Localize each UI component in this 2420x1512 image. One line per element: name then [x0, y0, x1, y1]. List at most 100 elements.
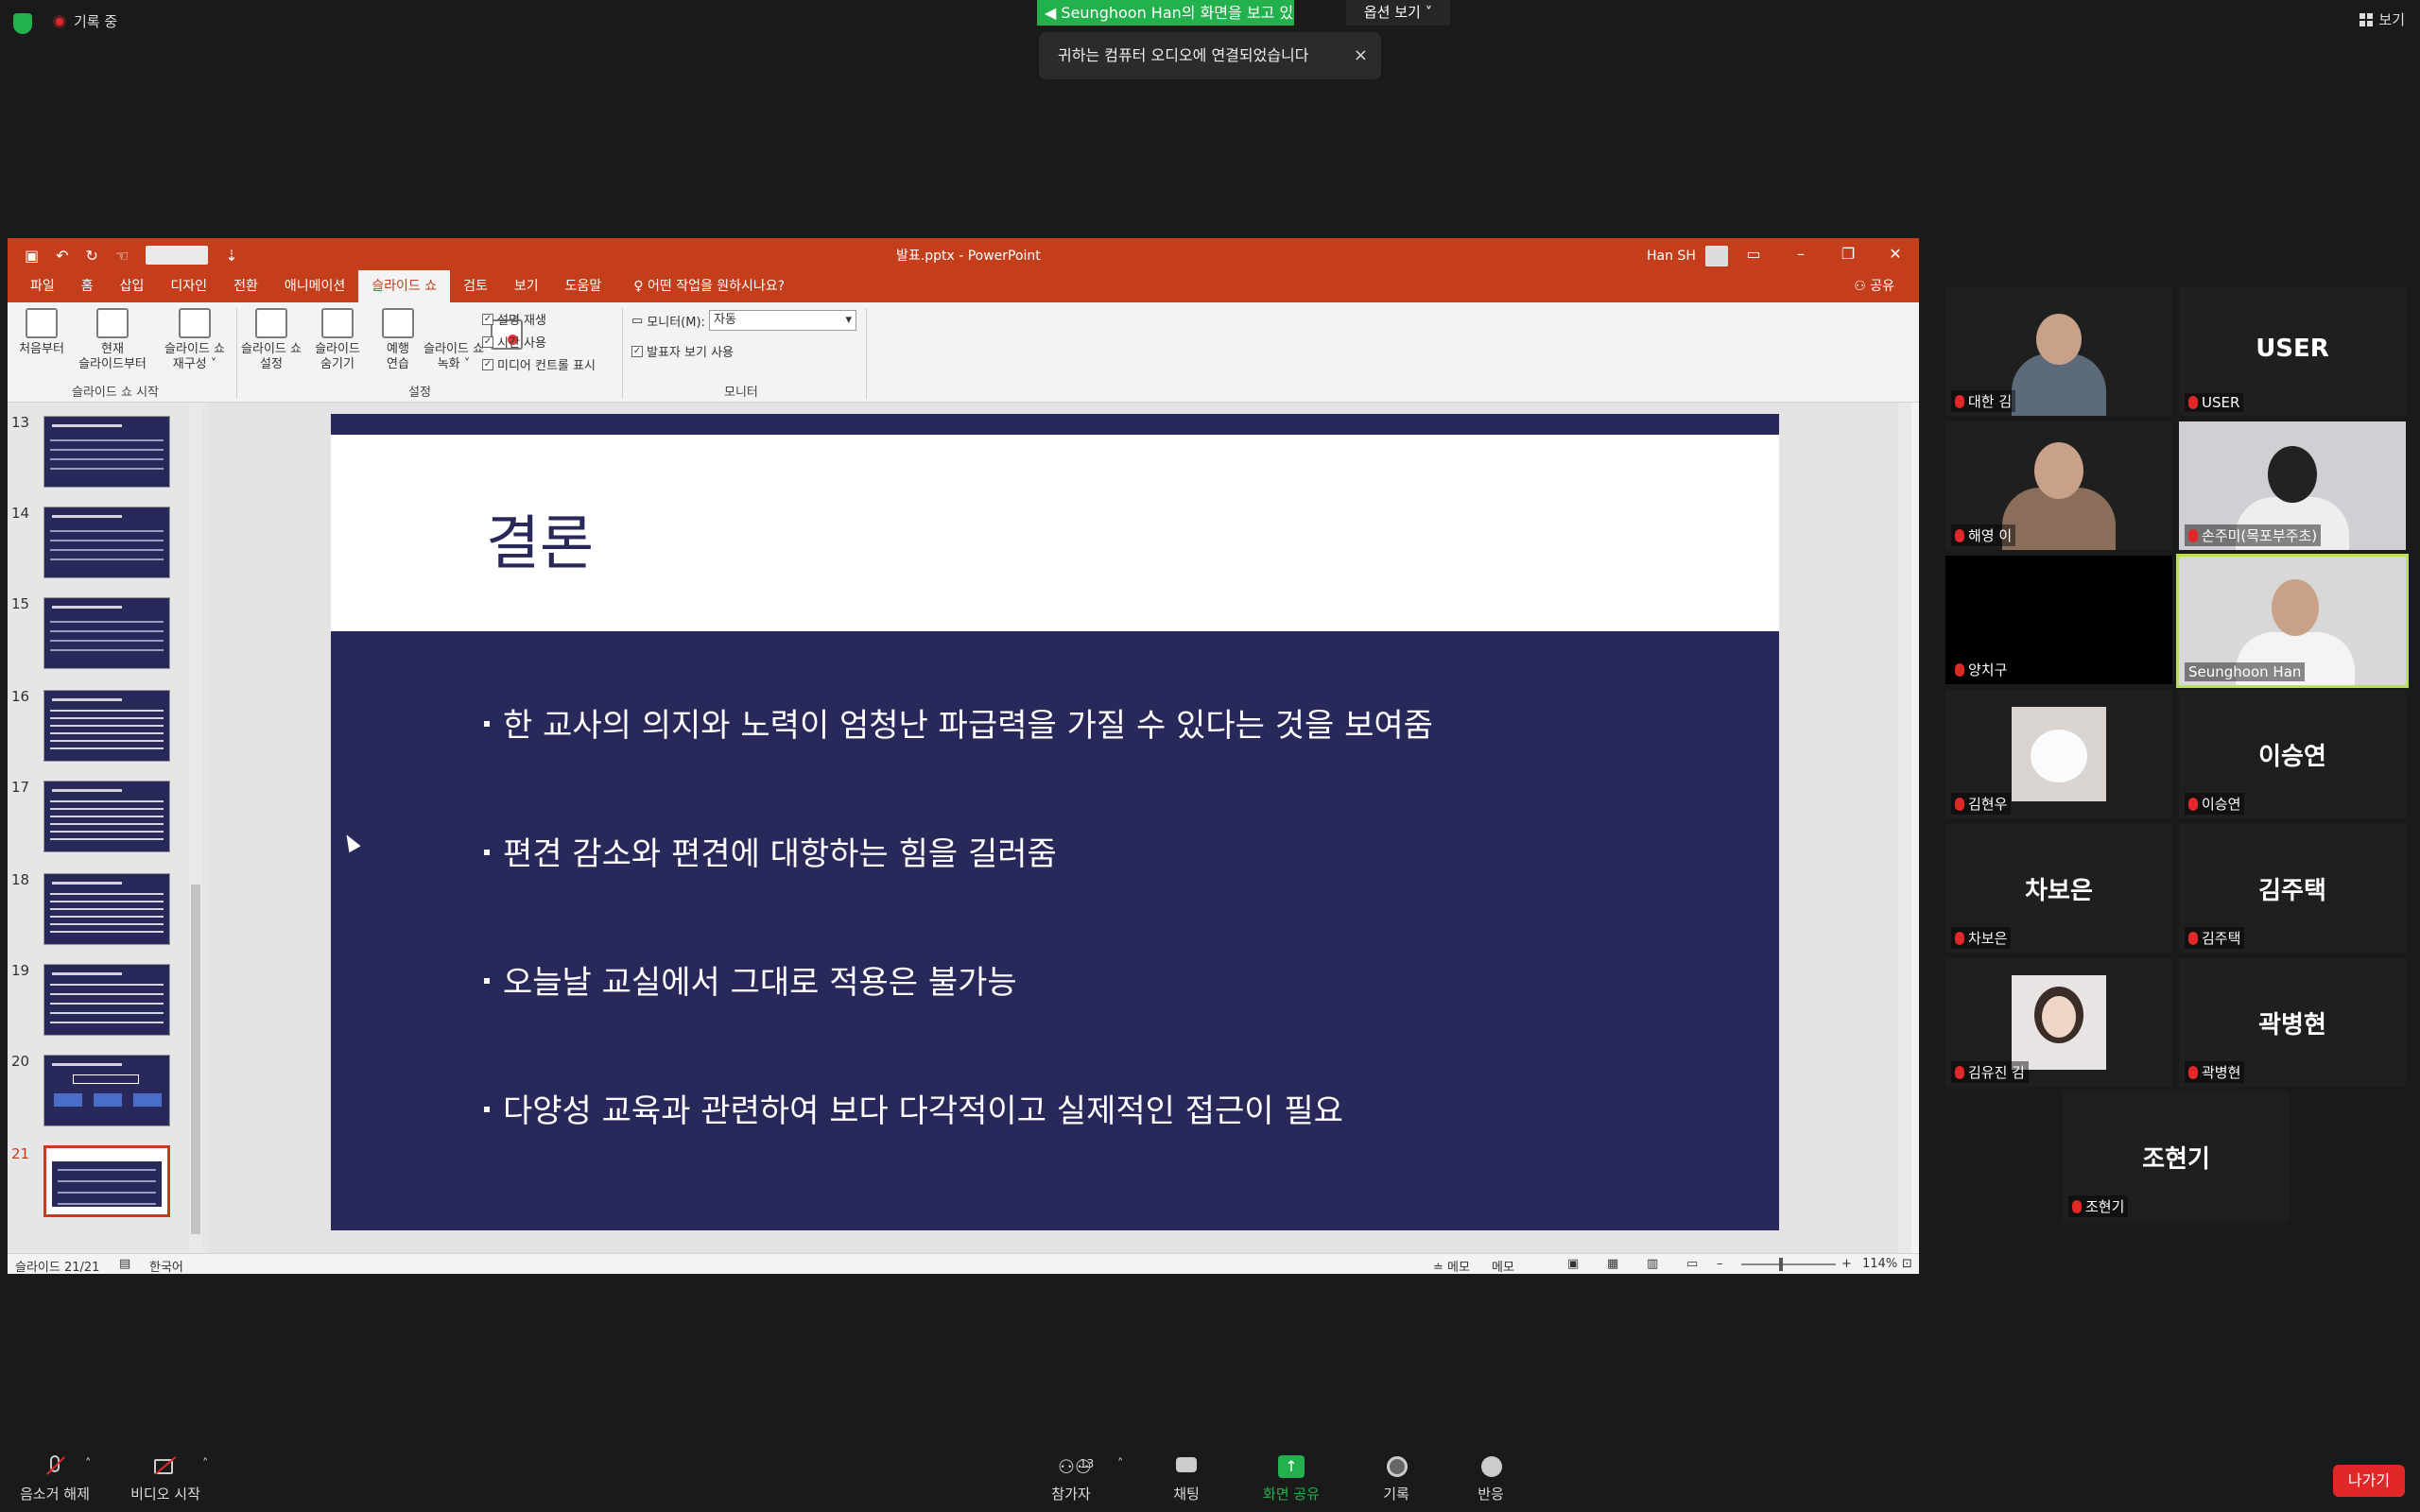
reactions-button[interactable]: 반응: [1458, 1455, 1524, 1503]
leave-button[interactable]: 나가기: [2333, 1465, 2405, 1497]
tab-file[interactable]: 파일: [17, 270, 68, 302]
participant-tile[interactable]: 김주택 김주택: [2179, 824, 2406, 953]
presenter-view-checkbox[interactable]: ✓ 발표자 보기 사용: [631, 342, 734, 360]
participant-tile[interactable]: 김유진 김: [1945, 958, 2172, 1087]
thumbnail-scrollbar[interactable]: [189, 403, 202, 1253]
participant-tile[interactable]: 차보은 차보은: [1945, 824, 2172, 953]
from-beginning-button[interactable]: 처음부터: [13, 308, 70, 357]
participant-tile[interactable]: 조현기 조현기: [2063, 1092, 2290, 1221]
record-label: 기록: [1383, 1486, 1409, 1503]
slide-thumbnail[interactable]: [43, 781, 170, 852]
tab-animations[interactable]: 애니메이션: [271, 270, 358, 302]
from-current-button[interactable]: 현재 슬라이드부터: [72, 308, 153, 372]
tab-insert[interactable]: 삽입: [107, 270, 158, 302]
security-shield-icon[interactable]: [13, 13, 32, 34]
participant-tile[interactable]: 양치구: [1945, 556, 2172, 684]
participant-tile[interactable]: 곽병현 곽병현: [2179, 958, 2406, 1087]
participant-tile-active-speaker[interactable]: Seunghoon Han: [2176, 554, 2409, 688]
record-button[interactable]: 기록: [1363, 1455, 1429, 1503]
close-window-icon[interactable]: ✕: [1872, 238, 1919, 270]
reading-view-icon[interactable]: ▥: [1647, 1257, 1658, 1271]
setup-slideshow-button[interactable]: 슬라이드 쇼 설정: [238, 308, 304, 372]
bullet-3[interactable]: 오늘날 교실에서 그대로 적용은 불가능: [484, 956, 1017, 1003]
spellcheck-icon[interactable]: ▤: [119, 1257, 130, 1271]
redo-icon[interactable]: ↻: [86, 247, 98, 265]
tab-home[interactable]: 홈: [68, 270, 107, 302]
slide-thumbnail[interactable]: [43, 690, 170, 762]
participants-button[interactable]: ⚇⚇ 참가자: [1038, 1455, 1104, 1503]
view-options-button[interactable]: 옵션 보기 ˅: [1346, 0, 1450, 26]
tab-transitions[interactable]: 전환: [220, 270, 271, 302]
recording-indicator[interactable]: 기록 중: [53, 11, 117, 31]
share-button[interactable]: ⚇ 공유: [1854, 270, 1894, 302]
hide-slide-button[interactable]: 슬라이드 숨기기: [306, 308, 369, 372]
slide-thumbnail[interactable]: [43, 1055, 170, 1126]
fit-to-window-icon[interactable]: ⊡: [1902, 1257, 1912, 1271]
participant-tile[interactable]: 해영 이: [1945, 421, 2172, 550]
bullet-1[interactable]: 한 교사의 의지와 노력이 엄청난 파급력을 가질 수 있다는 것을 보여줌: [484, 699, 1433, 746]
participant-tile[interactable]: 이승연 이승연: [2179, 690, 2406, 818]
chat-icon: [1173, 1455, 1200, 1478]
show-media-controls-checkbox[interactable]: ✓ 미디어 컨트롤 표시: [482, 355, 596, 373]
tab-review[interactable]: 검토: [450, 270, 501, 302]
checkbox-checked: ✓: [482, 335, 493, 348]
minimize-icon[interactable]: –: [1777, 238, 1824, 270]
comments-button[interactable]: 메모: [1492, 1257, 1514, 1274]
participant-tile[interactable]: 대한 김: [1945, 287, 2172, 416]
zoom-level[interactable]: 114%: [1862, 1257, 1897, 1271]
touch-mode-icon[interactable]: ☜: [115, 247, 129, 265]
slide-thumbnail[interactable]: [43, 507, 170, 578]
slide-thumbnail[interactable]: [43, 873, 170, 945]
play-narrations-checkbox[interactable]: ✓ 설명 재생: [482, 310, 546, 328]
gallery-view-button[interactable]: 보기: [2360, 9, 2405, 29]
custom-slideshow-button[interactable]: 슬라이드 쇼 재구성 ˅: [155, 308, 234, 372]
zoom-in-icon[interactable]: +: [1841, 1257, 1852, 1271]
unmute-button[interactable]: 음소거 해제: [17, 1455, 93, 1503]
participant-tile[interactable]: USER USER: [2179, 287, 2406, 416]
chat-button[interactable]: 채팅: [1153, 1455, 1219, 1503]
undo-icon[interactable]: ↶: [56, 247, 68, 265]
slideshow-view-icon[interactable]: ▭: [1686, 1257, 1698, 1271]
save-icon[interactable]: ▣: [25, 247, 39, 265]
slide-thumbnail[interactable]: [43, 597, 170, 669]
record-slideshow-button[interactable]: 슬라이드 쇼 녹화 ˅: [416, 308, 523, 372]
slide-thumbnail-current[interactable]: [43, 1145, 170, 1217]
timing-label: 시간 사용: [497, 336, 546, 351]
ribbon-display-icon[interactable]: ▭: [1730, 238, 1777, 270]
tab-slideshow[interactable]: 슬라이드 쇼: [358, 270, 451, 302]
slide[interactable]: 결론 한 교사의 의지와 노력이 엄청난 파급력을 가질 수 있다는 것을 보여…: [331, 414, 1779, 1230]
checkbox-checked: ✓: [482, 358, 493, 370]
tab-help[interactable]: 도움말: [552, 270, 615, 302]
share-screen-button[interactable]: ↑ 화면 공유: [1253, 1455, 1329, 1503]
customize-qat-icon[interactable]: ⇣: [225, 247, 237, 265]
zoom-slider[interactable]: [1741, 1263, 1836, 1265]
slide-scrollbar[interactable]: [1898, 403, 1911, 1253]
use-timings-checkbox[interactable]: ✓ 시간 사용: [482, 333, 546, 351]
restore-icon[interactable]: ❐: [1824, 238, 1872, 270]
audio-options-chevron-icon[interactable]: ˄: [85, 1457, 92, 1471]
name-text: 차보은: [1968, 930, 2008, 947]
bullet-2[interactable]: 편견 감소와 편견에 대항하는 힘을 길러줌: [484, 828, 1057, 874]
audio-connected-toast: 귀하는 컴퓨터 오디오에 연결되었습니다 ×: [1039, 32, 1381, 79]
bullet-4[interactable]: 다양성 교육과 관련하여 보다 다각적이고 실제적인 접근이 필요: [484, 1085, 1343, 1131]
slide-thumbnail[interactable]: [43, 964, 170, 1036]
tell-me-search[interactable]: ♀ 어떤 작업을 원하시나요?: [633, 270, 785, 302]
participant-tile[interactable]: 손주미(목포부주초): [2179, 421, 2406, 550]
font-box[interactable]: [146, 246, 209, 265]
video-options-chevron-icon[interactable]: ˄: [202, 1457, 209, 1471]
notes-button[interactable]: ≐ 메모: [1433, 1257, 1470, 1274]
participants-chevron-icon[interactable]: ˄: [1117, 1457, 1124, 1471]
zoom-slider-knob[interactable]: [1779, 1258, 1783, 1271]
zoom-out-icon[interactable]: –: [1717, 1257, 1723, 1271]
start-video-button[interactable]: 비디오 시작: [123, 1455, 208, 1503]
account[interactable]: Han SH: [1647, 246, 1728, 266]
participant-tile[interactable]: 김현우: [1945, 690, 2172, 818]
close-icon[interactable]: ×: [1354, 32, 1368, 79]
tab-view[interactable]: 보기: [501, 270, 552, 302]
slide-title[interactable]: 결론: [486, 495, 594, 580]
normal-view-icon[interactable]: ▣: [1567, 1257, 1579, 1271]
tab-design[interactable]: 디자인: [157, 270, 220, 302]
slide-thumbnail[interactable]: [43, 416, 170, 488]
monitor-select[interactable]: 자동 ▾: [709, 310, 856, 331]
slide-sorter-icon[interactable]: ▦: [1607, 1257, 1618, 1271]
